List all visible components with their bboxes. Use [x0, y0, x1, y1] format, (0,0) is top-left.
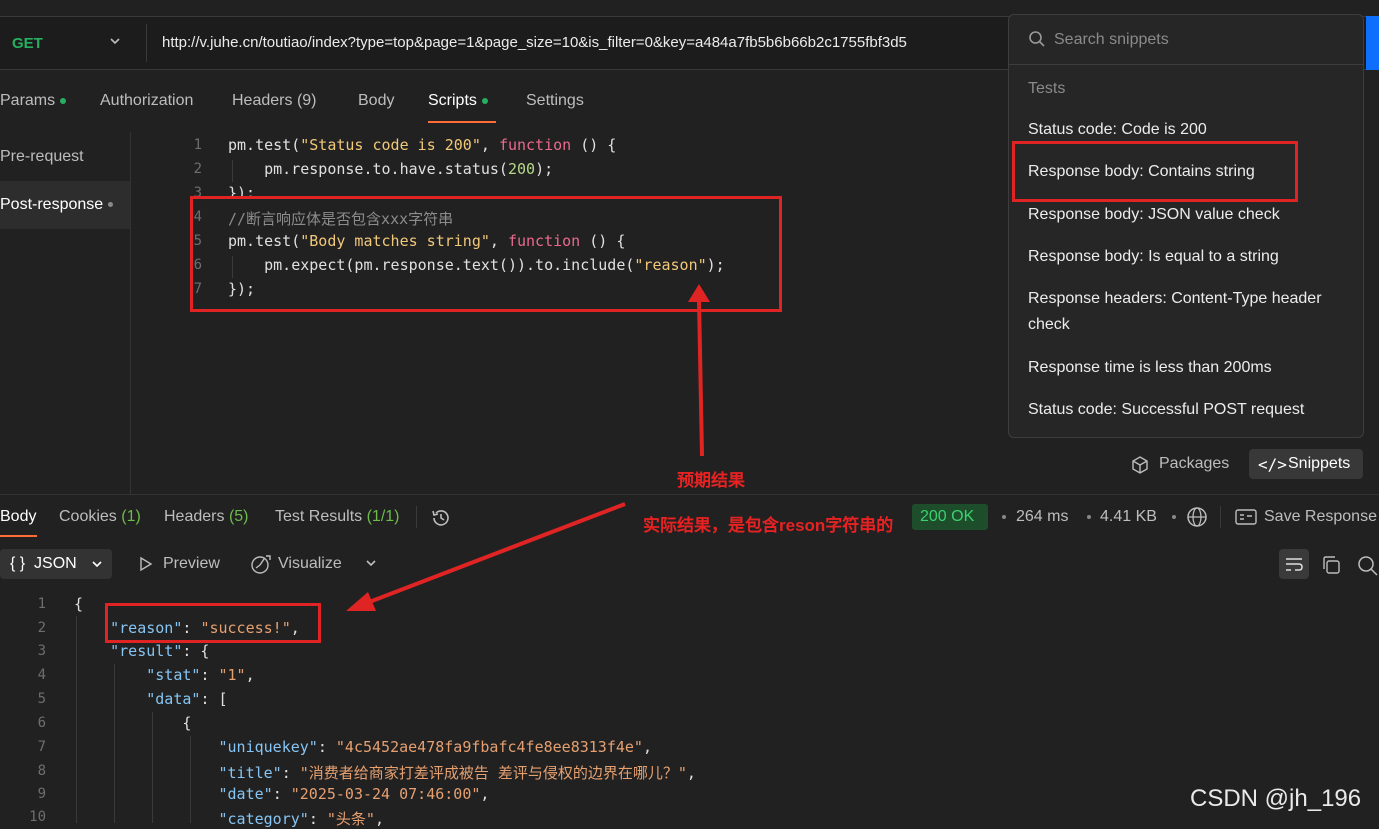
arrow-head	[346, 592, 376, 611]
arrow-head	[688, 284, 710, 302]
annotation-expected: 预期结果	[677, 471, 745, 490]
annotation-actual: 实际结果，是包含reson字符串的	[643, 516, 894, 535]
arrow-line	[363, 502, 626, 606]
watermark: CSDN @jh_196	[1190, 785, 1362, 812]
annotation-arrows	[346, 284, 710, 611]
arrow-line	[697, 299, 704, 457]
